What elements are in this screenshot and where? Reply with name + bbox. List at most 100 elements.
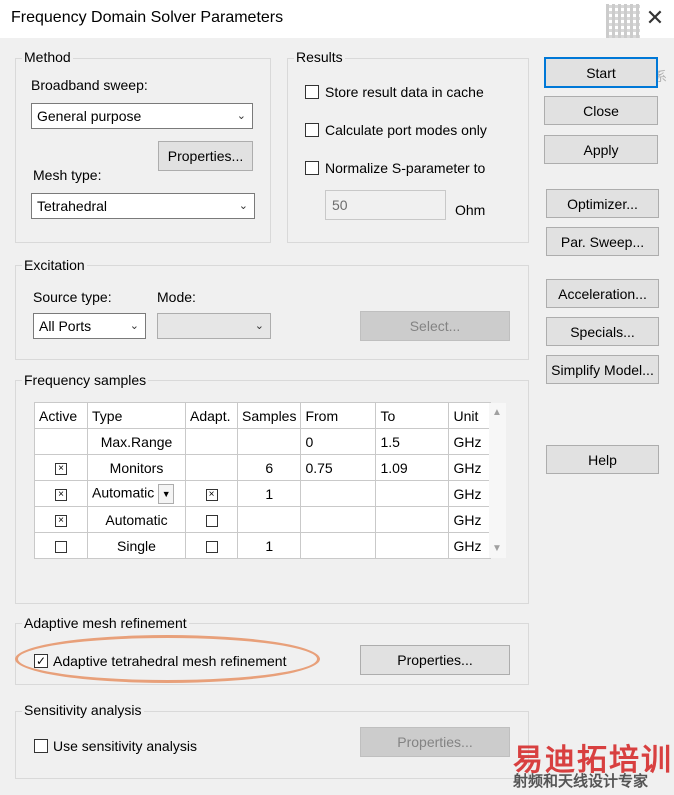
- cell-from[interactable]: [300, 506, 377, 533]
- cell-type[interactable]: Single: [87, 532, 186, 559]
- acceleration-button[interactable]: Acceleration...: [546, 279, 659, 308]
- select-ports-button[interactable]: Select...: [360, 311, 510, 341]
- cell-unit[interactable]: GHz: [448, 454, 492, 481]
- adapt-checkbox-checked[interactable]: ×: [205, 488, 218, 501]
- close-window-button[interactable]: ✕: [640, 4, 670, 32]
- cell-type[interactable]: Automatic ▼: [87, 480, 186, 507]
- method-properties-button[interactable]: Properties...: [158, 141, 253, 171]
- col-from[interactable]: From: [300, 402, 377, 429]
- chevron-down-icon: ⌄: [254, 319, 264, 332]
- active-checkbox-unchecked[interactable]: [55, 540, 67, 553]
- close-button[interactable]: Close: [544, 96, 658, 125]
- cell-from[interactable]: [300, 480, 377, 507]
- cell-to[interactable]: [375, 532, 450, 559]
- cell-samples[interactable]: 6: [236, 454, 302, 481]
- cell-from[interactable]: 0.75: [300, 454, 377, 481]
- mesh-type-select[interactable]: Tetrahedral ⌄: [31, 193, 255, 219]
- col-unit[interactable]: Unit: [448, 402, 492, 429]
- sensitivity-label: Use sensitivity analysis: [53, 738, 197, 754]
- mesh-type-label: Mesh type:: [33, 167, 102, 183]
- source-type-value: All Ports: [39, 318, 92, 334]
- adapt-checkbox-unchecked[interactable]: [205, 514, 218, 527]
- cell-type[interactable]: Max.Range: [87, 428, 186, 455]
- method-group-label: Method: [22, 49, 73, 65]
- adaptive-group-label: Adaptive mesh refinement: [22, 615, 189, 631]
- cell-adapt[interactable]: ×: [185, 480, 238, 507]
- results-group-label: Results: [294, 49, 345, 65]
- cell-type[interactable]: Automatic: [87, 506, 186, 533]
- optimizer-button[interactable]: Optimizer...: [546, 189, 659, 218]
- impedance-unit: Ohm: [455, 202, 486, 218]
- table-row[interactable]: × Automatic GHz: [34, 506, 492, 533]
- help-button[interactable]: Help: [546, 445, 659, 474]
- adaptive-properties-button[interactable]: Properties...: [360, 645, 510, 675]
- watermark-subtitle: 射频和天线设计专家: [513, 772, 649, 790]
- mode-label: Mode:: [157, 289, 196, 305]
- window-title: Frequency Domain Solver Parameters: [11, 9, 284, 26]
- cell-adapt[interactable]: [185, 532, 238, 559]
- start-button[interactable]: Start: [544, 57, 658, 88]
- normalize-checkbox[interactable]: [305, 161, 319, 175]
- cell-active[interactable]: ×: [34, 454, 88, 481]
- cell-type[interactable]: Monitors: [87, 454, 186, 481]
- broadband-sweep-select[interactable]: General purpose ⌄: [31, 103, 253, 129]
- cell-unit[interactable]: GHz: [448, 506, 492, 533]
- cell-samples[interactable]: 1: [236, 532, 302, 559]
- sensitivity-properties-button[interactable]: Properties...: [360, 727, 510, 757]
- frequency-samples-label: Frequency samples: [22, 372, 149, 388]
- cell-samples[interactable]: [236, 428, 302, 455]
- cell-from[interactable]: [300, 532, 377, 559]
- source-type-select[interactable]: All Ports ⌄: [33, 313, 146, 339]
- impedance-input[interactable]: 50: [325, 190, 446, 220]
- chevron-up-icon[interactable]: ▲: [492, 407, 502, 418]
- cell-to[interactable]: [375, 506, 450, 533]
- table-row[interactable]: Max.Range 0 1.5 GHz: [34, 428, 492, 455]
- source-type-label: Source type:: [33, 289, 112, 305]
- chevron-down-icon[interactable]: ▼: [492, 543, 502, 554]
- cell-to[interactable]: 1.09: [375, 454, 450, 481]
- specials-button[interactable]: Specials...: [546, 317, 659, 346]
- simplify-model-button[interactable]: Simplify Model...: [546, 355, 659, 384]
- col-adapt[interactable]: Adapt.: [185, 402, 238, 429]
- cell-samples[interactable]: 1: [236, 480, 302, 507]
- cell-samples[interactable]: [236, 506, 302, 533]
- col-to[interactable]: To: [375, 402, 450, 429]
- table-scrollbar[interactable]: ▲ ▼: [489, 403, 506, 558]
- active-checkbox-checked[interactable]: ×: [55, 514, 67, 527]
- table-row[interactable]: × Automatic ▼ × 1 GHz: [34, 480, 492, 507]
- type-value: Automatic: [92, 484, 155, 501]
- cell-unit[interactable]: GHz: [448, 480, 492, 507]
- cell-unit[interactable]: GHz: [448, 428, 492, 455]
- cell-active[interactable]: [34, 532, 88, 559]
- sensitivity-checkbox[interactable]: [34, 739, 48, 753]
- chevron-down-icon: ⌄: [238, 199, 248, 212]
- table-row[interactable]: × Monitors 6 0.75 1.09 GHz: [34, 454, 492, 481]
- cell-active[interactable]: ×: [34, 506, 88, 533]
- broadband-sweep-value: General purpose: [37, 108, 142, 124]
- port-modes-label: Calculate port modes only: [325, 122, 487, 138]
- col-samples[interactable]: Samples: [236, 402, 302, 429]
- chevron-down-icon[interactable]: ▼: [158, 483, 175, 504]
- mode-select[interactable]: ⌄: [157, 313, 271, 339]
- cell-active[interactable]: ×: [34, 480, 88, 507]
- normalize-label: Normalize S-parameter to: [325, 160, 486, 176]
- active-checkbox-checked[interactable]: ×: [55, 462, 67, 475]
- cell-adapt[interactable]: [185, 506, 238, 533]
- adapt-checkbox-unchecked[interactable]: [205, 540, 218, 553]
- excitation-group-label: Excitation: [22, 257, 87, 273]
- cell-adapt[interactable]: [185, 428, 238, 455]
- cell-adapt[interactable]: [185, 454, 238, 481]
- col-type[interactable]: Type: [87, 402, 186, 429]
- table-row[interactable]: Single 1 GHz: [34, 532, 492, 559]
- par-sweep-button[interactable]: Par. Sweep...: [546, 227, 659, 256]
- cell-to[interactable]: 1.5: [375, 428, 450, 455]
- cell-from[interactable]: 0: [300, 428, 377, 455]
- apply-button[interactable]: Apply: [544, 135, 658, 164]
- store-cache-checkbox[interactable]: [305, 85, 319, 99]
- cell-to[interactable]: [375, 480, 450, 507]
- port-modes-checkbox[interactable]: [305, 123, 319, 137]
- cell-active[interactable]: [34, 428, 88, 455]
- cell-unit[interactable]: GHz: [448, 532, 492, 559]
- col-active[interactable]: Active: [34, 402, 88, 429]
- active-checkbox-checked[interactable]: ×: [55, 488, 67, 501]
